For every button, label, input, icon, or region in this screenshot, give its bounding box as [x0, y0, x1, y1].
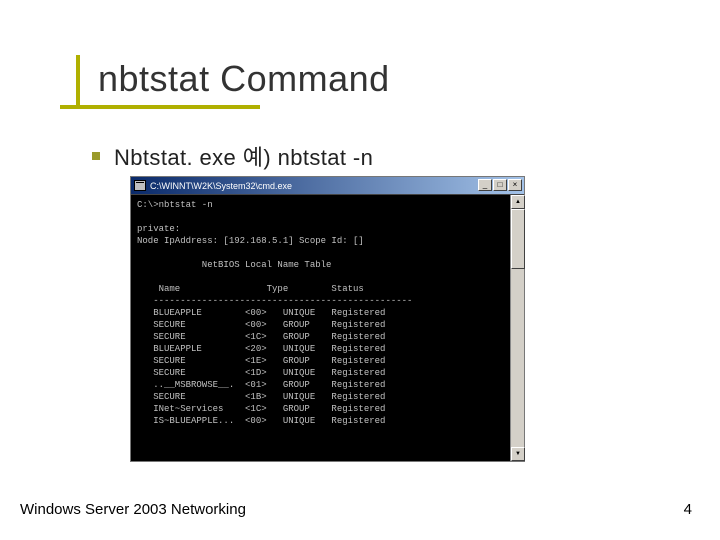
console-title-text: C:\WINNT\W2K\System32\cmd.exe: [150, 181, 292, 191]
accent-vertical-bar: [76, 55, 80, 109]
bullet-icon: [92, 152, 100, 160]
scroll-up-button[interactable]: ▲: [511, 195, 525, 209]
vertical-scrollbar[interactable]: ▲ ▼: [510, 195, 524, 461]
scrollbar-thumb[interactable]: [511, 209, 525, 269]
console-titlebar: C:\WINNT\W2K\System32\cmd.exe _ □ ×: [131, 177, 524, 195]
maximize-button[interactable]: □: [493, 179, 507, 191]
page-number: 4: [684, 501, 692, 518]
accent-horizontal-bar: [60, 105, 260, 109]
cmd-icon: [134, 180, 146, 191]
scroll-down-button[interactable]: ▼: [511, 447, 525, 461]
console-window: C:\WINNT\W2K\System32\cmd.exe _ □ × ▲ ▼ …: [130, 176, 525, 462]
slide-title: nbtstat Command: [98, 58, 390, 100]
window-buttons: _ □ ×: [478, 179, 522, 191]
close-button[interactable]: ×: [508, 179, 522, 191]
minimize-button[interactable]: _: [478, 179, 492, 191]
terminal-output: C:\>nbtstat -n private: Node IpAddress: …: [131, 195, 510, 461]
bullet-text: Nbtstat. exe 예) nbtstat -n: [114, 140, 373, 172]
bullet-row: Nbtstat. exe 예) nbtstat -n: [92, 140, 373, 172]
footer-text: Windows Server 2003 Networking: [20, 501, 246, 518]
